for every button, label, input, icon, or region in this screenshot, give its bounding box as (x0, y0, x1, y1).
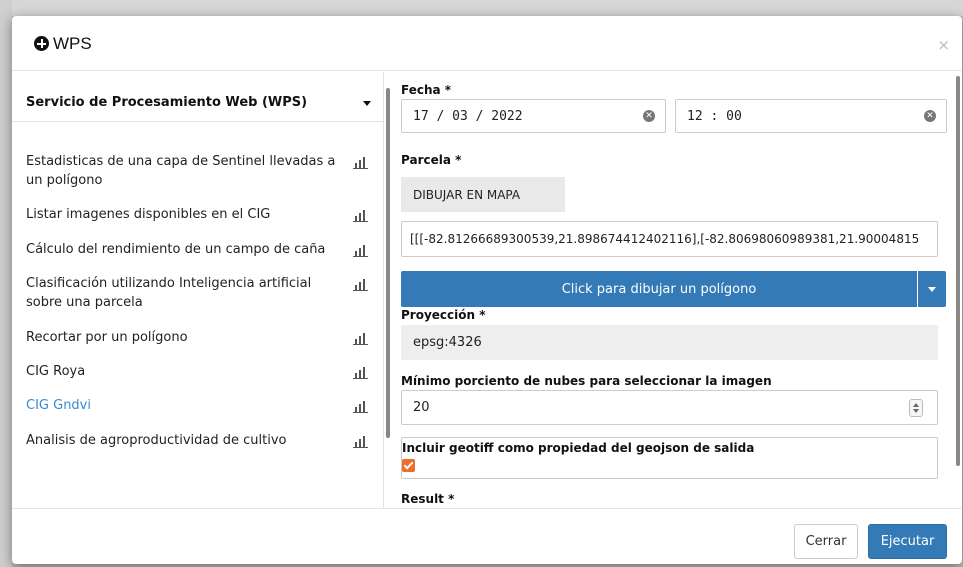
clear-date-icon[interactable]: ✕ (643, 110, 655, 122)
service-dropdown[interactable]: Servicio de Procesamiento Web (WPS) (12, 84, 383, 122)
bar-chart-icon[interactable] (353, 245, 368, 257)
parcela-label: Parcela * (401, 153, 462, 167)
result-label: Result * (401, 492, 455, 506)
fecha-label: Fecha * (401, 83, 452, 97)
nubes-label: Mínimo porciento de nubes para seleccion… (401, 374, 772, 388)
process-label: Listar imagenes disponibles en el CIG (26, 207, 271, 222)
process-item[interactable]: Cálculo del rendimiento de un campo de c… (26, 240, 376, 260)
caret-down-icon (363, 101, 371, 106)
polygon-coordinates-input[interactable]: [[[-82.81266689300539,21.898674412402116… (401, 221, 938, 257)
right-scrollbar[interactable] (956, 76, 960, 466)
geotiff-label: Incluir geotiff como propiedad del geojs… (402, 441, 755, 455)
bar-chart-icon[interactable] (353, 210, 368, 222)
process-label: CIG Gndvi (26, 398, 91, 413)
number-spinner-icon[interactable] (909, 398, 923, 417)
process-item[interactable]: CIG Roya (26, 362, 376, 382)
backdrop-left (0, 0, 12, 567)
proyeccion-input: epsg:4326 (401, 325, 938, 360)
process-item[interactable]: Clasificación utilizando Inteligencia ar… (26, 274, 376, 314)
draw-polygon-button[interactable]: Click para dibujar un polígono (401, 271, 917, 307)
process-label: CIG Roya (26, 364, 86, 379)
clear-time-icon[interactable]: ✕ (924, 110, 936, 122)
process-item[interactable]: Estadisticas de una capa de Sentinel lle… (26, 152, 376, 192)
proyeccion-value: epsg:4326 (413, 335, 482, 350)
modal-footer: Cerrar Ejecutar (12, 508, 962, 564)
process-item[interactable]: Analisis de agroproductividad de cultivo (26, 431, 376, 451)
geotiff-option-box: Incluir geotiff como propiedad del geojs… (401, 437, 938, 479)
process-label: Clasificación utilizando Inteligencia ar… (26, 276, 312, 310)
geotiff-checkbox[interactable] (402, 459, 415, 472)
nubes-value: 20 (413, 400, 430, 415)
bar-chart-icon[interactable] (353, 367, 368, 379)
run-button[interactable]: Ejecutar (868, 524, 947, 559)
date-value: 17 / 03 / 2022 (413, 108, 523, 124)
close-button[interactable]: Cerrar (794, 524, 858, 559)
proyeccion-label: Proyección * (401, 308, 486, 322)
process-label: Cálculo del rendimiento de un campo de c… (26, 242, 326, 257)
process-label: Recortar por un polígono (26, 330, 188, 345)
process-item[interactable]: Listar imagenes disponibles en el CIG (26, 205, 376, 225)
bar-chart-icon[interactable] (353, 279, 368, 291)
date-input[interactable]: 17 / 03 / 2022 ✕ (401, 99, 666, 133)
process-list-panel: Servicio de Procesamiento Web (WPS) Esta… (12, 72, 384, 508)
modal-title: WPS (53, 34, 92, 53)
backdrop (0, 0, 963, 16)
plus-circle-icon (34, 36, 49, 51)
process-item[interactable]: Recortar por un polígono (26, 328, 376, 348)
left-scrollbar[interactable] (386, 88, 390, 438)
draw-polygon-dropdown-toggle[interactable] (918, 271, 946, 307)
bar-chart-icon[interactable] (353, 333, 368, 345)
wps-modal: WPS × Servicio de Procesamiento Web (WPS… (12, 16, 962, 564)
process-item-selected[interactable]: CIG Gndvi (26, 396, 376, 416)
modal-header: WPS × (12, 16, 962, 71)
process-label: Analisis de agroproductividad de cultivo (26, 433, 287, 448)
bar-chart-icon[interactable] (353, 157, 368, 169)
time-value: 12 : 00 (687, 108, 742, 124)
bar-chart-icon[interactable] (353, 401, 368, 413)
process-label: Estadisticas de una capa de Sentinel lle… (26, 154, 336, 188)
process-form: Fecha * 17 / 03 / 2022 ✕ 12 : 00 ✕ Parce… (392, 72, 962, 508)
nubes-number-input[interactable]: 20 (401, 390, 938, 425)
bar-chart-icon[interactable] (353, 436, 368, 448)
service-label: Servicio de Procesamiento Web (WPS) (26, 95, 308, 110)
time-input[interactable]: 12 : 00 ✕ (675, 99, 947, 133)
close-icon[interactable]: × (937, 36, 950, 54)
draw-map-button[interactable]: DIBUJAR EN MAPA (401, 177, 565, 212)
